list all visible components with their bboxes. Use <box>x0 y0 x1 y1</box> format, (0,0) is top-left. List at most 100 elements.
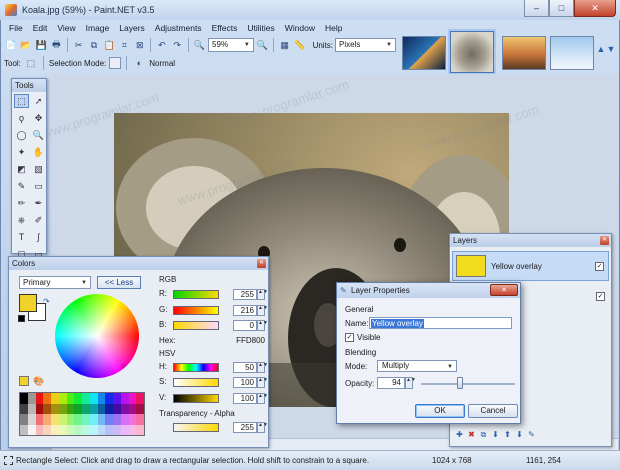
palette-swatch[interactable] <box>89 414 98 425</box>
palette-swatch[interactable] <box>27 414 36 425</box>
cancel-button[interactable]: Cancel <box>468 404 518 418</box>
palette-swatch[interactable] <box>66 414 75 425</box>
magic-wand-icon[interactable]: ✦ <box>14 145 29 159</box>
palette-swatch[interactable] <box>97 414 106 425</box>
palette-swatch[interactable] <box>97 403 106 414</box>
palette-swatch[interactable] <box>89 403 98 414</box>
palette-swatch[interactable] <box>82 403 90 414</box>
palette-swatch[interactable] <box>136 393 144 404</box>
palette-swatch[interactable] <box>20 424 28 435</box>
palette-swatch[interactable] <box>89 424 98 435</box>
line-curve-icon[interactable]: ∫ <box>31 230 46 244</box>
zoom-tool-icon[interactable]: 🔍 <box>31 128 46 142</box>
palette-swatch[interactable] <box>43 424 51 435</box>
palette-swatch[interactable] <box>35 424 44 435</box>
palette-swatch[interactable] <box>74 424 82 435</box>
red-value[interactable]: 255 <box>233 289 257 300</box>
palette-swatch[interactable] <box>120 424 129 435</box>
hue-value[interactable]: 50 <box>233 362 257 373</box>
alpha-slider[interactable] <box>173 423 219 432</box>
color-picker-icon[interactable]: ✒ <box>31 196 46 210</box>
palette-swatch[interactable] <box>66 393 75 404</box>
color-wheel[interactable] <box>55 294 139 378</box>
layer-row[interactable]: Yellow overlay ✓ <box>452 251 609 281</box>
menu-view[interactable]: View <box>52 23 80 33</box>
maximize-button[interactable]: □ <box>549 0 574 17</box>
palette-swatch[interactable] <box>105 393 113 404</box>
new-file-icon[interactable]: 📄 <box>4 38 17 52</box>
paste-icon[interactable]: 📋 <box>103 38 116 52</box>
value-spinner[interactable]: ▲▼ <box>257 393 268 404</box>
pencil-icon[interactable]: ✏ <box>14 196 29 210</box>
gradient-tool-icon[interactable]: ▨ <box>31 162 46 176</box>
add-to-palette-icon[interactable] <box>19 376 29 386</box>
color-palette[interactable] <box>19 392 145 436</box>
blue-slider[interactable] <box>173 321 219 330</box>
antialiasing-icon[interactable]: ◐ <box>132 56 146 70</box>
close-button[interactable]: ✕ <box>574 0 616 17</box>
palette-swatch[interactable] <box>20 414 28 425</box>
red-slider[interactable] <box>173 290 219 299</box>
close-icon[interactable]: ✕ <box>257 259 266 268</box>
rectangle-select-icon[interactable]: ⬚ <box>24 56 38 70</box>
clone-stamp-icon[interactable]: ⎈ <box>14 213 29 227</box>
deselect-icon[interactable]: ⊠ <box>133 38 146 52</box>
ellipse-select-tool-icon[interactable]: ◯ <box>14 128 29 142</box>
ok-button[interactable]: OK <box>415 404 465 418</box>
cut-icon[interactable]: ✂ <box>72 38 85 52</box>
move-layer-down-icon[interactable]: ⬇ <box>515 430 524 439</box>
blend-mode-combo[interactable]: Multiply ▼ <box>377 360 457 372</box>
minimize-button[interactable]: – <box>524 0 549 17</box>
move-selection-tool-icon[interactable]: ➚ <box>31 94 46 108</box>
palette-swatch[interactable] <box>58 414 67 425</box>
palette-swatch[interactable] <box>89 393 98 404</box>
menu-help[interactable]: Help <box>320 23 347 33</box>
hue-slider[interactable] <box>173 363 219 372</box>
move-tool-icon[interactable]: ✥ <box>31 111 46 125</box>
saturation-spinner[interactable]: ▲▼ <box>257 377 268 388</box>
pan-tool-icon[interactable]: ✋ <box>31 145 46 159</box>
saturation-slider[interactable] <box>173 378 219 387</box>
layer-visibility-checkbox[interactable]: ✓ <box>596 292 605 301</box>
primary-color-swatch[interactable] <box>19 294 37 312</box>
palette-swatch[interactable] <box>105 424 113 435</box>
paint-bucket-icon[interactable]: ◩ <box>14 162 29 176</box>
primary-secondary-combo[interactable]: Primary ▼ <box>19 276 91 289</box>
palette-swatch[interactable] <box>66 403 75 414</box>
value-slider[interactable] <box>173 394 219 403</box>
alpha-spinner[interactable]: ▲▼ <box>257 422 268 433</box>
palette-swatch[interactable] <box>51 403 59 414</box>
blend-mode-value[interactable]: Normal <box>149 59 175 68</box>
duplicate-layer-icon[interactable]: ⧉ <box>479 430 488 439</box>
selection-mode-replace-icon[interactable] <box>109 57 122 69</box>
menu-utilities[interactable]: Utilities <box>242 23 279 33</box>
palette-swatch[interactable] <box>113 414 121 425</box>
menu-layers[interactable]: Layers <box>114 23 150 33</box>
copy-icon[interactable]: ⧉ <box>87 38 100 52</box>
crop-icon[interactable]: ⌗ <box>118 38 131 52</box>
palette-swatch[interactable] <box>113 424 121 435</box>
thumb-desert[interactable] <box>502 36 546 70</box>
palette-swatch[interactable] <box>27 393 36 404</box>
palette-swatch[interactable] <box>120 414 129 425</box>
palette-swatch[interactable] <box>51 393 59 404</box>
palette-swatch[interactable] <box>82 414 90 425</box>
lasso-tool-icon[interactable]: ϙ <box>14 111 29 125</box>
palette-swatch[interactable] <box>120 393 129 404</box>
palette-swatch[interactable] <box>120 403 129 414</box>
palette-swatch[interactable] <box>43 393 51 404</box>
palette-swatch[interactable] <box>97 424 106 435</box>
visible-checkbox[interactable]: ✓ <box>345 333 354 342</box>
red-spinner[interactable]: ▲▼ <box>257 289 268 300</box>
opacity-slider-track[interactable] <box>421 383 515 385</box>
paintbrush-icon[interactable]: ✎ <box>14 179 29 193</box>
palette-swatch[interactable] <box>51 414 59 425</box>
palette-swatch[interactable] <box>58 424 67 435</box>
palette-swatch[interactable] <box>58 393 67 404</box>
thumb-koala[interactable] <box>450 31 494 73</box>
move-layer-up-icon[interactable]: ⬆ <box>503 430 512 439</box>
palette-swatch[interactable] <box>82 424 90 435</box>
zoom-in-icon[interactable]: 🔍 <box>256 38 269 52</box>
menu-file[interactable]: File <box>4 23 28 33</box>
recolor-icon[interactable]: ✐ <box>31 213 46 227</box>
